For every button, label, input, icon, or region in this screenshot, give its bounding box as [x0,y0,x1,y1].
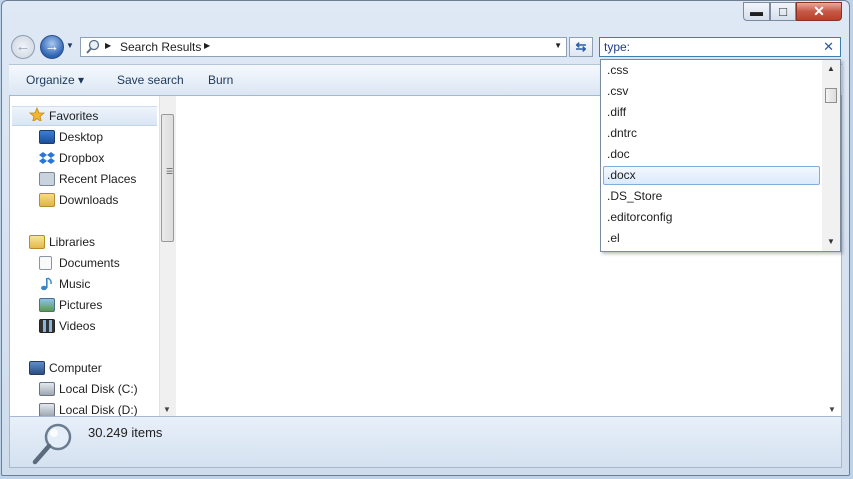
scroll-down-icon[interactable]: ▼ [827,237,835,246]
breadcrumb-separator-icon[interactable]: ▶ [105,41,111,50]
forward-button[interactable]: → [40,35,64,59]
scroll-down-icon[interactable]: ▼ [828,405,836,414]
refresh-icon: ⇆ [575,39,587,54]
pictures-icon [39,298,55,312]
scroll-up-icon[interactable]: ▲ [827,64,835,73]
disk-drive-icon [39,382,55,396]
magnifier-icon [32,423,72,465]
suggestion-item[interactable]: .css [603,61,820,80]
forward-arrow-icon: → [44,38,60,55]
sidebar-computer-label: Computer [49,361,102,375]
organize-button[interactable]: Organize ▾ [26,73,84,87]
suggestion-item-selected[interactable]: .docx [603,166,820,185]
suggestions-scrollbar[interactable]: ▲ ▼ [822,60,840,251]
suggestion-item[interactable]: .dntrc [603,124,820,143]
clear-search-icon[interactable]: ✕ [823,39,834,55]
downloads-folder-icon [39,193,55,207]
address-dropdown-icon[interactable]: ▼ [554,41,562,50]
dropbox-icon [39,152,55,164]
maximize-button[interactable]: □ [770,2,796,21]
suggestion-item[interactable]: .el [603,229,820,248]
scrollbar-thumb[interactable]: ☰ [161,114,174,242]
sidebar-item-label: Videos [59,319,96,333]
navigation-pane-scrollbar[interactable]: ☰ ▼ [159,96,176,416]
sidebar-libraries-label: Libraries [49,235,96,249]
details-pane: 30.249 items [9,416,842,468]
save-search-button[interactable]: Save search [117,73,184,87]
breadcrumb-separator-icon[interactable]: ▶ [204,41,210,50]
desktop-icon [39,130,55,144]
minimize-icon: ▬ [750,4,763,19]
suggestion-item[interactable]: .editorconfig [603,208,820,227]
sidebar-favorites-label: Favorites [49,109,99,123]
scroll-down-icon[interactable]: ▼ [163,405,171,414]
recent-places-icon [39,172,55,186]
suggestion-item[interactable]: .csv [603,82,820,101]
star-icon [29,107,45,121]
organize-dropdown-icon: ▾ [78,73,85,87]
grip-icon: ☰ [166,167,174,176]
music-icon [41,277,52,291]
suggestion-item[interactable]: .diff [603,103,820,122]
item-count: 30.249 items [88,425,163,440]
organize-label: Organize [26,73,75,87]
address-bar[interactable]: ▶ Search Results ▶ ▼ [80,37,567,57]
suggestion-item[interactable]: .doc [603,145,820,164]
sidebar-item-label: Music [59,277,91,291]
refresh-button[interactable]: ⇆ [569,37,593,57]
navigation-pane: Favorites Desktop Dropbox Recent Places … [10,96,159,416]
sidebar-item-label: Local Disk (D:) [59,403,138,416]
libraries-icon [29,235,45,249]
suggestion-item[interactable]: .DS_Store [603,187,820,206]
sidebar-item-label: Desktop [59,130,104,144]
sidebar-item-label: Recent Places [59,172,137,186]
search-suggestions-dropdown: .css .csv .diff .dntrc .doc .docx .DS_St… [600,59,841,252]
search-results-icon [86,39,100,54]
maximize-icon: □ [779,4,787,19]
close-icon: ✕ [813,3,825,19]
sidebar-item-label: Local Disk (C:) [59,382,138,396]
search-input[interactable] [604,39,814,55]
sidebar-item-label: Dropbox [59,151,105,165]
computer-icon [29,361,45,375]
burn-button[interactable]: Burn [208,73,233,87]
videos-icon [39,319,55,333]
breadcrumb-search-results[interactable]: Search Results [120,40,201,54]
back-button[interactable]: ← [11,35,35,59]
disk-drive-icon [39,403,55,416]
sidebar-item-label: Downloads [59,193,119,207]
minimize-button[interactable]: ▬ [743,2,770,21]
back-arrow-icon: ← [15,38,31,55]
search-box[interactable]: ✕ [599,37,841,57]
documents-icon [39,256,52,270]
sidebar-item-label: Pictures [59,298,103,312]
close-button[interactable]: ✕ [796,2,842,21]
sidebar-item-label: Documents [59,256,120,270]
scrollbar-thumb[interactable] [825,88,837,103]
recent-pages-dropdown-icon[interactable]: ▼ [66,41,74,50]
